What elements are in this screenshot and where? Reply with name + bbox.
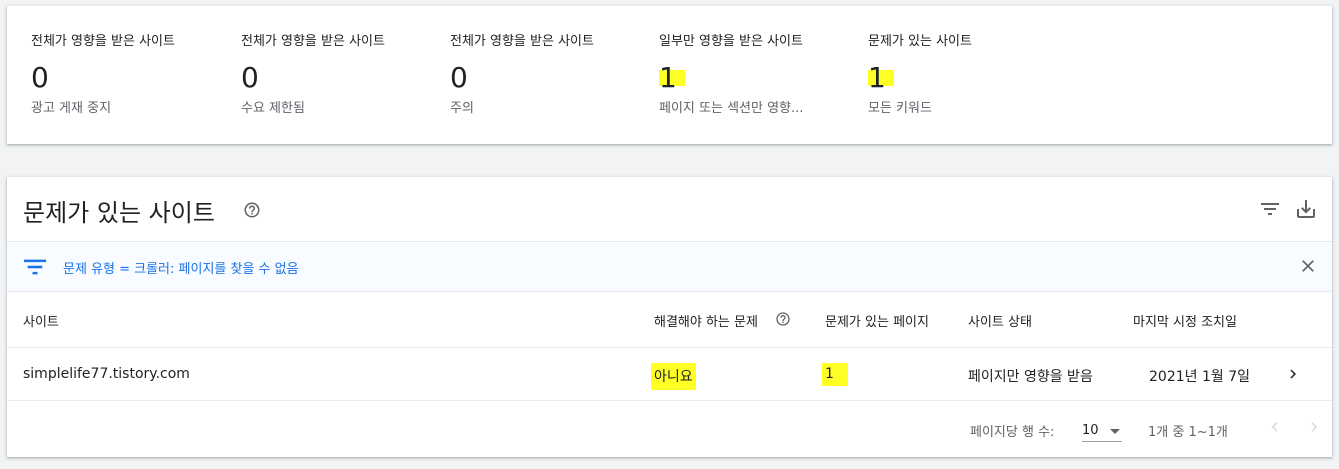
pagination-bar: 페이지당 행 수: 10 1개 중 1~1개 xyxy=(7,401,1332,455)
filter-chip[interactable]: 문제 유형 = 크롤러: 페이지를 찾을 수 없음 xyxy=(63,258,299,277)
cell-status: 페이지만 영향을 받음 xyxy=(968,369,1093,385)
stat-fully-affected-demand-limited[interactable]: 전체가 영향을 받은 사이트 0 수요 제한됨 xyxy=(241,30,441,116)
pagination-range: 1개 중 1~1개 xyxy=(1148,425,1228,440)
table-header-row: 사이트 해결해야 하는 문제 문제가 있는 페이지 사이트 상태 마지막 시정 … xyxy=(7,291,1332,348)
download-icon[interactable] xyxy=(1294,197,1318,221)
summary-card: 전체가 영향을 받은 사이트 0 광고 게재 중지 전체가 영향을 받은 사이트… xyxy=(7,6,1332,144)
filter-list-icon[interactable] xyxy=(24,258,46,276)
cell-pages: 1 xyxy=(822,363,848,386)
stat-fully-affected-ads-stopped[interactable]: 전체가 영향을 받은 사이트 0 광고 게재 중지 xyxy=(31,30,231,116)
stat-title: 전체가 영향을 받은 사이트 xyxy=(450,34,594,49)
stat-partially-affected[interactable]: 일부만 영향을 받은 사이트 1 페이지 또는 섹션만 영향... xyxy=(659,30,859,116)
cell-must-fix: 아니요 xyxy=(651,363,696,390)
help-circle-icon[interactable] xyxy=(243,201,261,219)
cell-last-action: 2021년 1월 7일 xyxy=(1149,369,1250,385)
stat-title: 전체가 영향을 받은 사이트 xyxy=(241,34,385,49)
cell-site: simplelife77.tistory.com xyxy=(23,366,190,382)
close-icon[interactable] xyxy=(1298,256,1318,276)
chevron-right-icon[interactable] xyxy=(1304,417,1324,437)
stat-title: 전체가 영향을 받은 사이트 xyxy=(31,34,175,49)
filter-list-icon[interactable] xyxy=(1258,197,1282,221)
card-header: 문제가 있는 사이트 xyxy=(7,177,1332,241)
stat-subtitle: 수요 제한됨 xyxy=(241,101,305,116)
column-header-must-fix[interactable]: 해결해야 하는 문제 xyxy=(654,311,758,330)
stat-fully-affected-warning[interactable]: 전체가 영향을 받은 사이트 0 주의 xyxy=(450,30,650,116)
chevron-left-icon[interactable] xyxy=(1265,417,1285,437)
column-header-status[interactable]: 사이트 상태 xyxy=(968,311,1032,330)
stat-subtitle: 모든 키워드 xyxy=(868,101,932,116)
column-header-last-action[interactable]: 마지막 시정 조치일 xyxy=(1133,311,1237,330)
rows-per-page-select[interactable]: 10 xyxy=(1082,415,1122,442)
column-header-site[interactable]: 사이트 xyxy=(23,311,59,330)
stat-value: 0 xyxy=(450,61,468,94)
stat-subtitle: 주의 xyxy=(450,101,474,116)
stat-value: 0 xyxy=(31,61,49,94)
help-circle-icon[interactable] xyxy=(775,311,791,327)
stat-title: 일부만 영향을 받은 사이트 xyxy=(659,34,803,49)
dropdown-caret-icon xyxy=(1110,429,1120,434)
rows-per-page-label: 페이지당 행 수: xyxy=(970,425,1055,440)
stat-subtitle: 페이지 또는 섹션만 영향... xyxy=(659,101,804,116)
active-filter-bar: 문제 유형 = 크롤러: 페이지를 찾을 수 없음 xyxy=(7,241,1332,292)
stat-value: 1 xyxy=(659,63,685,93)
column-header-pages[interactable]: 문제가 있는 페이지 xyxy=(825,311,929,330)
sites-table-card: 문제가 있는 사이트 문제 유형 = 크롤러: 페이지를 찾을 수 없음 사이트… xyxy=(7,177,1332,457)
chevron-right-icon[interactable] xyxy=(1284,365,1302,383)
stat-title: 문제가 있는 사이트 xyxy=(868,34,972,49)
table-row[interactable]: simplelife77.tistory.com 아니요 1 페이지만 영향을 … xyxy=(7,348,1332,401)
stat-value: 0 xyxy=(241,61,259,94)
stat-subtitle: 광고 게재 중지 xyxy=(31,101,112,116)
card-title: 문제가 있는 사이트 xyxy=(23,199,215,227)
stat-value: 1 xyxy=(868,63,894,93)
stat-sites-with-issues[interactable]: 문제가 있는 사이트 1 모든 키워드 xyxy=(868,30,1068,116)
